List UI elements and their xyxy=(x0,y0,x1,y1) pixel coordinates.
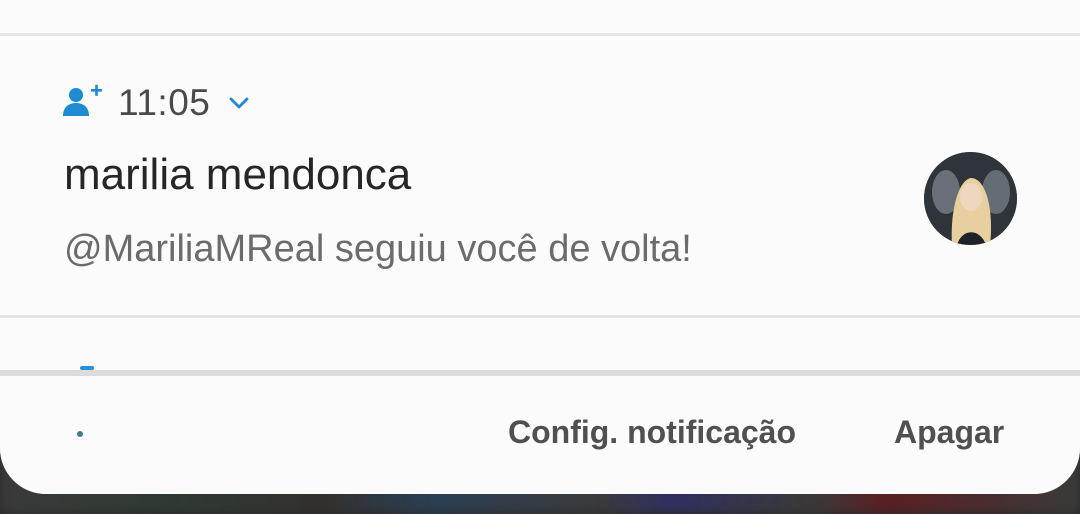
notification-title: marilia mendonca xyxy=(64,150,412,199)
notification-settings-button[interactable]: Config. notificação xyxy=(508,414,796,451)
person-add-icon xyxy=(62,82,104,124)
notification-time: 11:05 xyxy=(118,82,211,123)
chevron-down-icon[interactable] xyxy=(226,90,252,116)
notification-card-partial[interactable] xyxy=(0,318,1080,370)
page-indicator xyxy=(77,431,83,437)
notification-header: 11:05 xyxy=(62,80,252,126)
notification-body: @MariliaMReal seguiu você de volta! xyxy=(64,228,692,270)
notification-panel: 11:05 marilia mendonca @MariliaMReal seg… xyxy=(0,0,1080,494)
avatar xyxy=(924,152,1017,245)
clear-button[interactable]: Apagar xyxy=(894,414,1004,451)
